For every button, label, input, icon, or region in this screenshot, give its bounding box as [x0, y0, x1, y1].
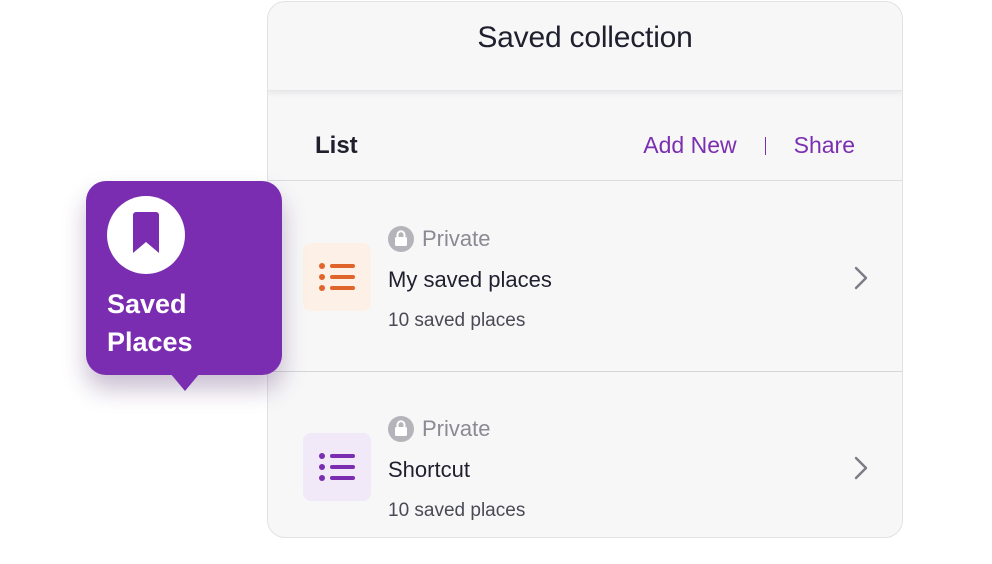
saved-count: 10 saved places [388, 310, 526, 331]
list-icon [303, 243, 371, 311]
privacy-label: Private [422, 226, 491, 251]
badge-label-line1: Saved [107, 289, 187, 319]
chevron-right-icon [853, 455, 869, 486]
stage: Saved collection List Add New Share Priv… [0, 0, 992, 564]
list-item-shortcut[interactable]: Private Shortcut 10 saved places [268, 371, 902, 537]
saved-collection-card: Saved collection List Add New Share Priv… [267, 1, 903, 538]
card-header: Saved collection [268, 2, 902, 91]
privacy-status: Private [388, 416, 490, 442]
list-icon [303, 433, 371, 501]
list-title: My saved places [388, 267, 552, 292]
bookmark-icon [107, 196, 185, 274]
card-title: Saved collection [477, 21, 693, 54]
chevron-right-icon [853, 265, 869, 296]
saved-count: 10 saved places [388, 500, 526, 521]
badge-label: Saved Places [107, 285, 193, 361]
list-label: List [315, 132, 358, 159]
privacy-status: Private [388, 226, 490, 252]
badge-pointer [170, 373, 200, 391]
share-link[interactable]: Share [794, 132, 855, 159]
list-actions: Add New Share [643, 132, 855, 159]
action-divider [764, 136, 766, 155]
list-title: Shortcut [388, 457, 470, 482]
add-new-link[interactable]: Add New [643, 132, 736, 159]
privacy-label: Private [422, 416, 491, 441]
saved-places-badge: Saved Places [86, 181, 282, 391]
list-toolbar: List Add New Share [268, 92, 902, 181]
lock-icon [388, 226, 414, 252]
badge-label-line2: Places [107, 327, 193, 357]
lock-icon [388, 416, 414, 442]
list-item-my-saved-places[interactable]: Private My saved places 10 saved places [268, 181, 902, 372]
